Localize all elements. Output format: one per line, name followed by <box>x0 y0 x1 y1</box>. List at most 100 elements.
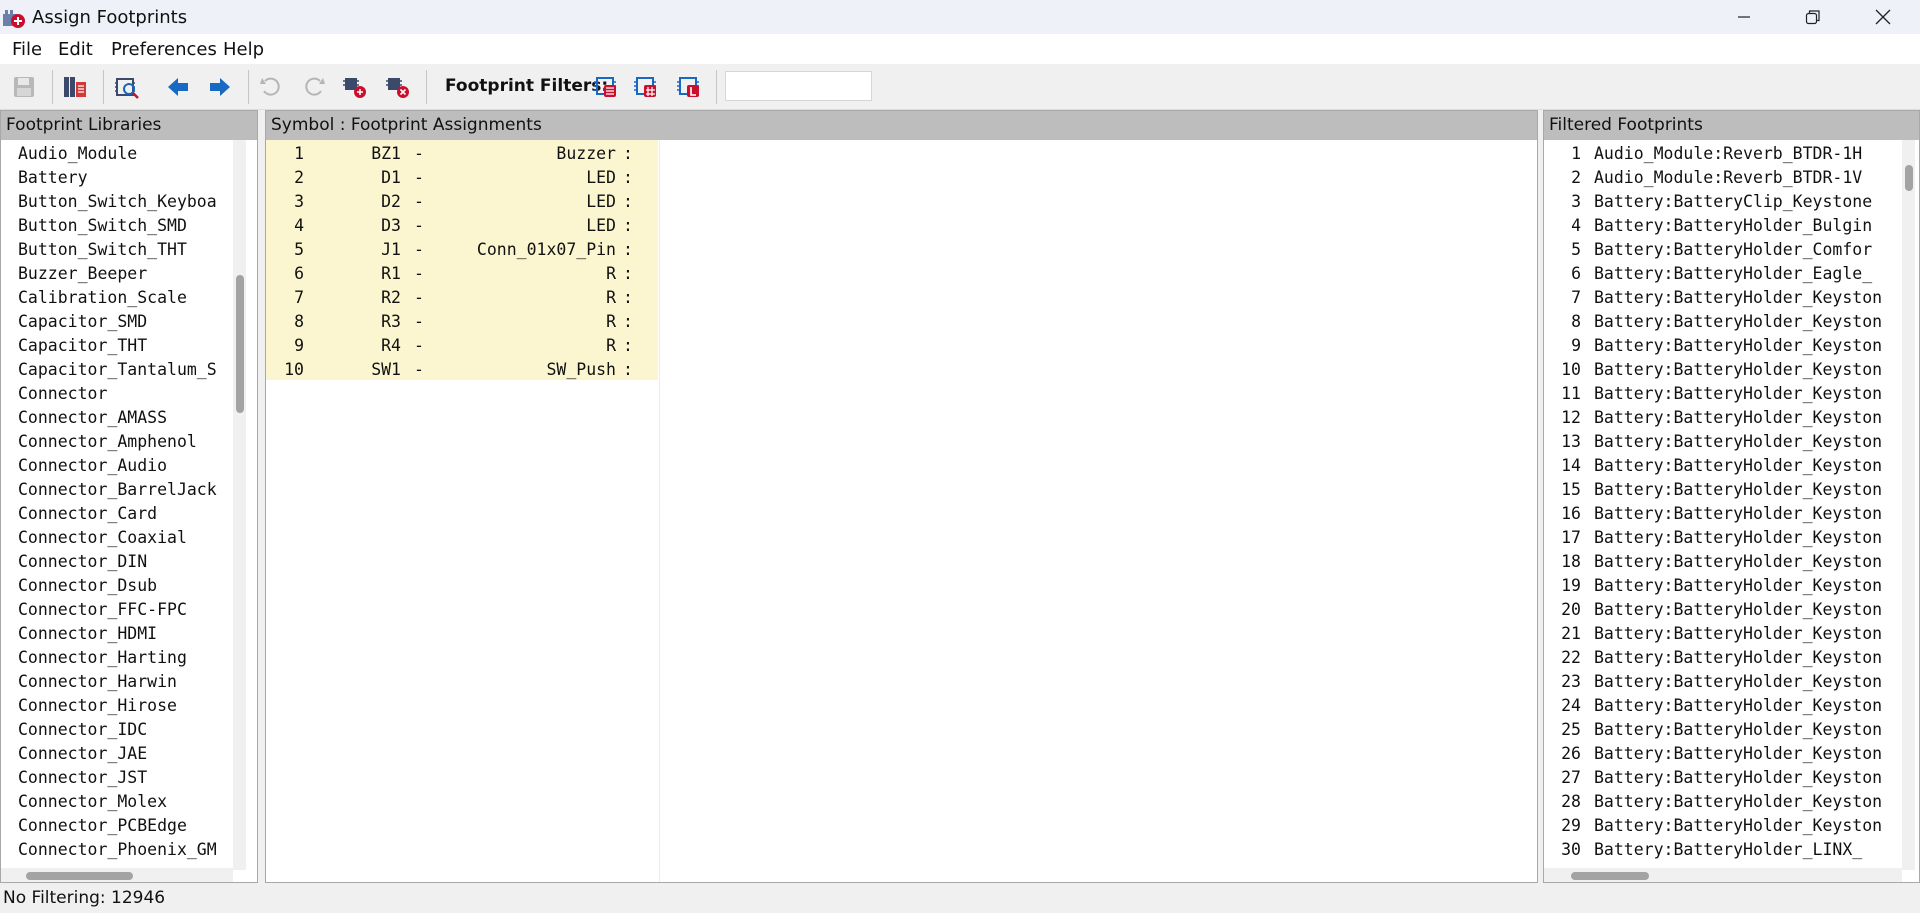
library-item[interactable]: Capacitor_THT <box>18 334 231 358</box>
library-item[interactable]: Connector_Harwin <box>18 670 231 694</box>
footprint-name: Battery:BatteryHolder_Keyston <box>1594 696 1883 715</box>
row-number: 1 <box>294 144 304 163</box>
library-item[interactable]: Button_Switch_SMD <box>18 214 231 238</box>
view-footprint-icon <box>115 78 139 99</box>
footprint-name: Battery:BatteryHolder_Keyston <box>1594 816 1883 835</box>
library-item[interactable]: Connector_Audio <box>18 454 231 478</box>
symbol-reference: R4 <box>381 336 401 355</box>
filter-by-keywords-button[interactable] <box>591 72 621 102</box>
library-item[interactable]: Connector <box>18 382 231 406</box>
footprint-name: Battery:BatteryHolder_Keyston <box>1594 600 1883 619</box>
next-button[interactable] <box>205 72 235 102</box>
library-item[interactable]: Connector_DIN <box>18 550 231 574</box>
symbol-value: LED <box>586 192 616 211</box>
footprint-number: 5 <box>1571 240 1581 259</box>
library-vertical-scroll-thumb[interactable] <box>236 275 244 413</box>
footprint-libraries-button[interactable] <box>60 72 90 102</box>
library-item[interactable]: Capacitor_SMD <box>18 310 231 334</box>
view-footprint-button[interactable] <box>112 72 142 102</box>
footprint-horizontal-scrollbar[interactable] <box>1544 868 1902 882</box>
footprint-name: Battery:BatteryHolder_Eagle_ <box>1594 264 1873 283</box>
separator-colon: : <box>623 192 633 211</box>
menu-file[interactable]: File <box>12 39 42 60</box>
library-item[interactable]: Calibration_Scale <box>18 286 231 310</box>
restore-button[interactable] <box>1778 0 1847 34</box>
footprint-vertical-scrollbar[interactable] <box>1902 140 1915 870</box>
menu-help[interactable]: Help <box>223 39 264 60</box>
auto-associate-button[interactable] <box>340 72 370 102</box>
menu-preferences[interactable]: Preferences <box>111 39 217 60</box>
library-item[interactable]: Audio_Module <box>18 142 231 166</box>
save-icon <box>14 77 34 97</box>
footprint-number: 21 <box>1561 624 1581 643</box>
library-item[interactable]: Connector_JST <box>18 766 231 790</box>
library-item[interactable]: Button_Switch_THT <box>18 238 231 262</box>
symbol-value: LED <box>586 216 616 235</box>
separator-dash: - <box>414 336 424 355</box>
library-item[interactable]: Connector_HDMI <box>18 622 231 646</box>
library-item[interactable]: Connector_JAE <box>18 742 231 766</box>
symbol-value: Conn_01x07_Pin <box>476 240 616 259</box>
symbol-reference: D1 <box>381 168 401 187</box>
separator-colon: : <box>623 336 633 355</box>
footprint-name: Battery:BatteryHolder_Keyston <box>1594 384 1883 403</box>
library-item[interactable]: Connector_BarrelJack <box>18 478 231 502</box>
library-item[interactable]: Connector_Coaxial <box>18 526 231 550</box>
library-item[interactable]: Connector_Molex <box>18 790 231 814</box>
separator-dash: - <box>414 264 424 283</box>
footprint-name: Battery:BatteryHolder_Keyston <box>1594 360 1883 379</box>
minimize-button[interactable] <box>1709 0 1778 34</box>
separator-dash: - <box>414 192 424 211</box>
filter-by-library-button[interactable] <box>674 72 704 102</box>
library-item[interactable]: Connector_IDC <box>18 718 231 742</box>
library-item[interactable]: Connector_PCBEdge <box>18 814 231 838</box>
menu-bar: File Edit Preferences Help <box>0 34 1920 64</box>
filter-text-input[interactable] <box>725 71 872 101</box>
symbol-value: R <box>606 264 616 283</box>
library-horizontal-scrollbar[interactable] <box>1 868 233 882</box>
footprint-name: Audio_Module:Reverb_BTDR-1V <box>1594 168 1863 187</box>
library-item[interactable]: Button_Switch_Keyboa <box>18 190 231 214</box>
save-button[interactable] <box>9 72 39 102</box>
menu-edit[interactable]: Edit <box>58 39 93 60</box>
library-item[interactable]: Connector_Dsub <box>18 574 231 598</box>
row-number: 4 <box>294 216 304 235</box>
row-number: 10 <box>284 360 304 379</box>
library-item[interactable]: Buzzer_Beeper <box>18 262 231 286</box>
row-number: 6 <box>294 264 304 283</box>
library-item[interactable]: Connector_Harting <box>18 646 231 670</box>
footprint-vertical-scroll-thumb[interactable] <box>1905 165 1913 191</box>
symbol-reference: R2 <box>381 288 401 307</box>
footprint-name: Battery:BatteryHolder_LINX_ <box>1594 840 1863 859</box>
footprint-name: Audio_Module:Reverb_BTDR-1H <box>1594 144 1863 163</box>
library-item[interactable]: Connector_AMASS <box>18 406 231 430</box>
library-item[interactable]: Battery <box>18 166 231 190</box>
footprint-name: Battery:BatteryHolder_Keyston <box>1594 456 1883 475</box>
library-item[interactable]: Capacitor_Tantalum_S <box>18 358 231 382</box>
close-button[interactable] <box>1848 0 1917 34</box>
library-horizontal-scroll-thumb[interactable] <box>26 872 133 880</box>
footprint-horizontal-scroll-thumb[interactable] <box>1571 872 1649 880</box>
library-vertical-scrollbar[interactable] <box>233 140 246 870</box>
library-item[interactable]: Connector_FFC-FPC <box>18 598 231 622</box>
filter-by-pin-count-button[interactable] <box>631 72 661 102</box>
redo-button[interactable] <box>299 72 329 102</box>
library-item[interactable]: Connector_Hirose <box>18 694 231 718</box>
library-item[interactable]: Connector_Amphenol <box>18 430 231 454</box>
undo-button[interactable] <box>256 72 286 102</box>
status-text: No Filtering: 12946 <box>3 888 166 908</box>
library-item[interactable]: Connector_Card <box>18 502 231 526</box>
delete-associations-button[interactable] <box>383 72 413 102</box>
footprint-number: 19 <box>1561 576 1581 595</box>
separator-colon: : <box>623 288 633 307</box>
footprint-name: Battery:BatteryHolder_Keyston <box>1594 552 1883 571</box>
previous-button[interactable] <box>163 72 193 102</box>
separator-dash: - <box>414 240 424 259</box>
minimize-icon <box>1737 16 1750 18</box>
footprint-number: 23 <box>1561 672 1581 691</box>
filter-by-keywords-icon <box>594 77 616 97</box>
footprint-name: Battery:BatteryHolder_Keyston <box>1594 336 1883 355</box>
footprint-name: Battery:BatteryHolder_Comfor <box>1594 240 1873 259</box>
footprint-name: Battery:BatteryHolder_Keyston <box>1594 432 1883 451</box>
library-item[interactable]: Connector_Phoenix_GM <box>18 838 231 862</box>
